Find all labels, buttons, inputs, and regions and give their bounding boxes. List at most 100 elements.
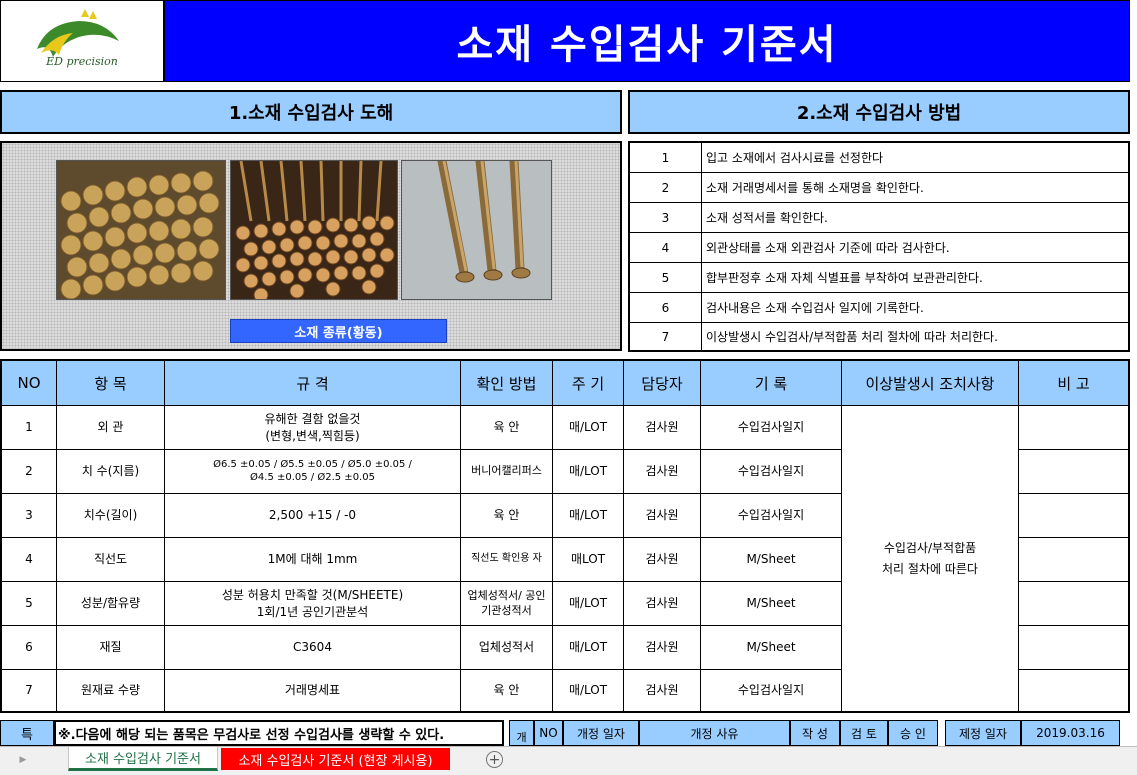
cell-spec-line1: 성분 허용치 만족할 것(M/SHEETE) bbox=[221, 588, 404, 603]
cell-owner: 검사원 bbox=[624, 450, 701, 494]
cell-record: M/Sheet bbox=[701, 582, 842, 626]
cell-no: 5 bbox=[2, 582, 57, 626]
col-header-cycle: 주 기 bbox=[553, 361, 624, 406]
action-line1: 수입검사/부적합품 bbox=[883, 541, 977, 556]
col-header-method: 확인 방법 bbox=[461, 361, 553, 406]
cell-method: 직선도 확인용 자 bbox=[461, 538, 553, 582]
cell-no: 1 bbox=[2, 406, 57, 450]
cell-record: 수입검사일지 bbox=[701, 406, 842, 450]
cell-remarks bbox=[1019, 450, 1128, 494]
cell-owner: 검사원 bbox=[624, 626, 701, 670]
sheet-tab-field-posting[interactable]: 소재 수입검사 기준서 (현장 게시용) bbox=[221, 748, 450, 770]
cell-item: 치 수(지름) bbox=[57, 450, 165, 494]
cell-record: 수입검사일지 bbox=[701, 494, 842, 538]
cell-no: 2 bbox=[2, 450, 57, 494]
cell-spec: 유해한 결함 없을것 (변형,변색,찍힘등) bbox=[165, 406, 461, 450]
col-header-no: NO bbox=[2, 361, 57, 406]
cell-item: 재질 bbox=[57, 626, 165, 670]
sheet-nav-arrow-icon[interactable]: ▶ bbox=[18, 752, 28, 768]
revision-header-no: NO bbox=[534, 720, 563, 746]
cell-method: 업체성적서 bbox=[461, 626, 553, 670]
cell-owner: 검사원 bbox=[624, 538, 701, 582]
method-number: 7 bbox=[630, 323, 702, 350]
logo-text: ED precision bbox=[45, 55, 118, 68]
cell-spec-line1: 유해한 결함 없을것 bbox=[264, 412, 361, 427]
action-line2: 처리 절차에 따른다 bbox=[882, 561, 978, 576]
method-row: 6 검사내용은 소재 수입검사 일지에 기록한다. bbox=[630, 293, 1128, 323]
cell-method: 육 안 bbox=[461, 670, 553, 711]
method-number: 3 bbox=[630, 203, 702, 232]
cell-owner: 검사원 bbox=[624, 406, 701, 450]
method-number: 5 bbox=[630, 263, 702, 292]
revision-header-review: 검 토 bbox=[840, 720, 888, 746]
cell-record: 수입검사일지 bbox=[701, 450, 842, 494]
cell-item: 원재료 수량 bbox=[57, 670, 165, 711]
cell-cycle: 매LOT bbox=[553, 538, 624, 582]
enact-date-value: 2019.03.16 bbox=[1021, 720, 1120, 746]
material-type-label: 소재 종류(황동) bbox=[230, 319, 447, 343]
cell-record: M/Sheet bbox=[701, 626, 842, 670]
cell-item: 외 관 bbox=[57, 406, 165, 450]
photo-panel: 소재 종류(황동) bbox=[0, 141, 622, 351]
cell-item: 치수(길이) bbox=[57, 494, 165, 538]
method-text: 입고 소재에서 검사시료를 선정한다 bbox=[706, 151, 884, 165]
method-row: 1 입고 소재에서 검사시료를 선정한다 bbox=[630, 143, 1128, 173]
inspection-table: NO 항 목 규 격 확인 방법 주 기 담당자 기 록 이상발생시 조치사항 … bbox=[0, 359, 1130, 713]
special-notes-label: 특 bbox=[0, 720, 54, 746]
method-number: 1 bbox=[630, 143, 702, 172]
cell-owner: 검사원 bbox=[624, 670, 701, 711]
revision-header-date: 개정 일자 bbox=[563, 720, 639, 746]
method-number: 2 bbox=[630, 173, 702, 202]
cell-item: 직선도 bbox=[57, 538, 165, 582]
method-text: 소재 거래명세서를 통해 소재명을 확인한다. bbox=[706, 181, 924, 195]
brass-rod-photo-1 bbox=[56, 160, 226, 300]
cell-spec: Ø6.5 ±0.05 / Ø5.5 ±0.05 / Ø5.0 ±0.05 / Ø… bbox=[165, 450, 461, 494]
revision-header-approve: 승 인 bbox=[888, 720, 938, 746]
cell-remarks bbox=[1019, 494, 1128, 538]
cell-method: 육 안 bbox=[461, 406, 553, 450]
cell-record: M/Sheet bbox=[701, 538, 842, 582]
sheet-tab-inspection-standard[interactable]: 소재 수입검사 기준서 bbox=[68, 747, 218, 771]
col-header-owner: 담당자 bbox=[624, 361, 701, 406]
method-row: 2 소재 거래명세서를 통해 소재명을 확인한다. bbox=[630, 173, 1128, 203]
revision-header-author: 작 성 bbox=[790, 720, 840, 746]
company-logo: ED precision bbox=[0, 0, 164, 82]
method-text: 소재 성적서를 확인한다. bbox=[706, 211, 828, 225]
method-text: 외관상태를 소재 외관검사 기준에 따라 검사한다. bbox=[706, 241, 950, 255]
cell-spec-line2: Ø4.5 ±0.05 / Ø2.5 ±0.05 bbox=[250, 471, 375, 483]
cell-record: 수입검사일지 bbox=[701, 670, 842, 711]
cell-spec: 2,500 +15 / -0 bbox=[165, 494, 461, 538]
brass-rod-photo-2 bbox=[230, 160, 398, 300]
cell-method: 버니어캘리퍼스 bbox=[461, 450, 553, 494]
cell-spec: C3604 bbox=[165, 626, 461, 670]
inspection-method-list: 1 입고 소재에서 검사시료를 선정한다 2 소재 거래명세서를 통해 소재명을… bbox=[628, 141, 1130, 352]
cell-method: 육 안 bbox=[461, 494, 553, 538]
enact-date-label: 제정 일자 bbox=[945, 720, 1021, 746]
method-row: 3 소재 성적서를 확인한다. bbox=[630, 203, 1128, 233]
cell-cycle: 매/LOT bbox=[553, 582, 624, 626]
cell-spec: 성분 허용치 만족할 것(M/SHEETE) 1회/1년 공인기관분석 bbox=[165, 582, 461, 626]
cell-remarks bbox=[1019, 626, 1128, 670]
method-text: 합부판정후 소재 자체 식별표를 부착하여 보관관리한다. bbox=[706, 271, 983, 285]
special-notes-text: ※.다음에 해당 되는 품목은 무검사로 선정 수입검사를 생략할 수 있다. bbox=[54, 720, 504, 746]
cell-method: 업체성적서/ 공인기관성적서 bbox=[461, 582, 553, 626]
cell-cycle: 매/LOT bbox=[553, 406, 624, 450]
add-sheet-icon[interactable]: + bbox=[486, 751, 503, 768]
method-text: 이상발생시 수입검사/부적합품 처리 절차에 따라 처리한다. bbox=[706, 330, 998, 344]
cell-remarks bbox=[1019, 670, 1128, 711]
page-title: 소재 수입검사 기준서 bbox=[164, 0, 1130, 82]
col-header-remarks: 비 고 bbox=[1019, 361, 1128, 406]
cell-remarks bbox=[1019, 406, 1128, 450]
col-header-item: 항 목 bbox=[57, 361, 165, 406]
col-header-action: 이상발생시 조치사항 bbox=[842, 361, 1019, 406]
revision-label: 개 bbox=[509, 720, 534, 746]
logo-graphic: ED precision bbox=[37, 9, 119, 68]
method-number: 6 bbox=[630, 293, 702, 322]
cell-cycle: 매/LOT bbox=[553, 626, 624, 670]
cell-spec-line1: Ø6.5 ±0.05 / Ø5.5 ±0.05 / Ø5.0 ±0.05 / bbox=[213, 459, 412, 470]
cell-remarks bbox=[1019, 538, 1128, 582]
section1-title: 1.소재 수입검사 도해 bbox=[0, 90, 622, 134]
method-row: 4 외관상태를 소재 외관검사 기준에 따라 검사한다. bbox=[630, 233, 1128, 263]
cell-spec: 1M에 대해 1mm bbox=[165, 538, 461, 582]
col-header-spec: 규 격 bbox=[165, 361, 461, 406]
